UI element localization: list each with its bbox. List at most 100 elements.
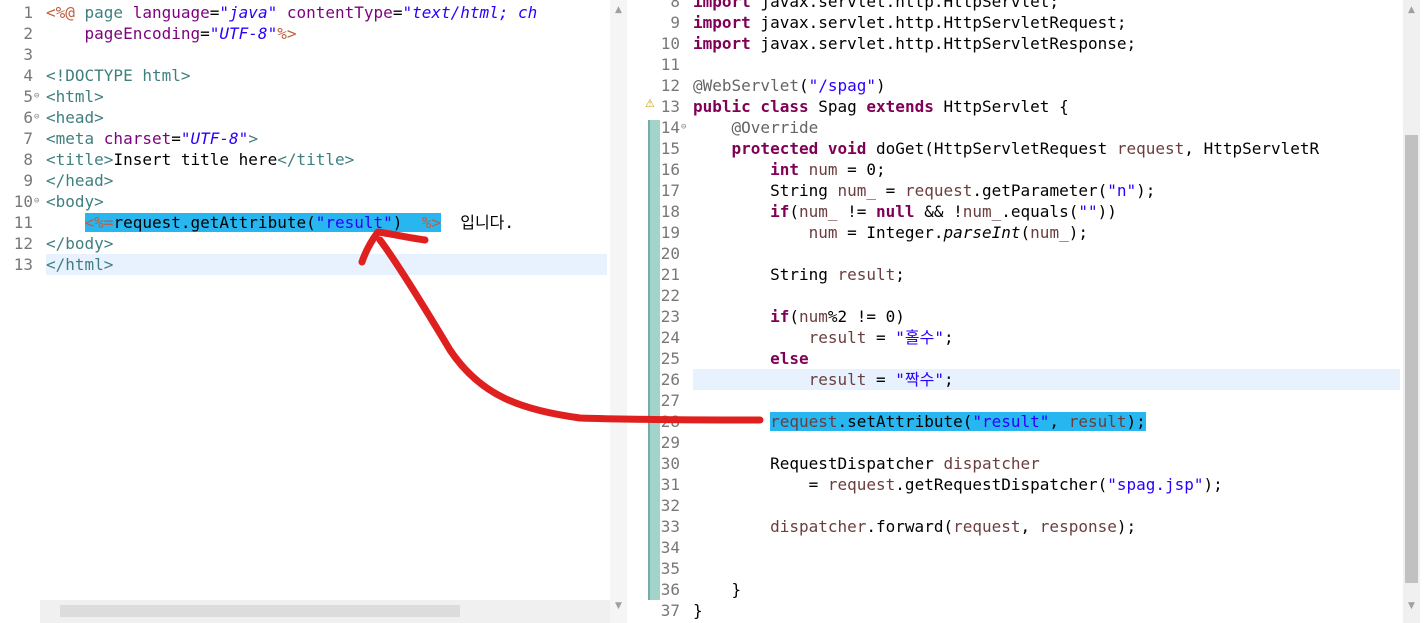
code-text[interactable]: dispatcher.forward(request, response); — [693, 516, 1136, 537]
line-number: 23 — [660, 307, 680, 326]
code-text[interactable]: request.setAttribute("result", result); — [693, 411, 1146, 432]
code-line[interactable]: 33 dispatcher.forward(request, response)… — [640, 516, 1425, 537]
scroll-down-arrow-icon[interactable]: ▼ — [1403, 598, 1420, 615]
code-text[interactable]: else — [693, 348, 809, 369]
code-line[interactable]: 29 — [640, 432, 1425, 453]
code-line[interactable]: 10 ⊖ <body> — [0, 191, 627, 212]
code-line[interactable]: 5 ⊖ <html> — [0, 86, 627, 107]
fold-collapse-icon[interactable]: ⊖ — [34, 191, 39, 212]
scroll-up-arrow-icon[interactable]: ▲ — [610, 2, 627, 19]
code-line[interactable]: 28 request.setAttribute("result", result… — [640, 411, 1425, 432]
code-text[interactable]: RequestDispatcher dispatcher — [693, 453, 1040, 474]
code-text[interactable]: </html> — [46, 254, 113, 275]
code-text[interactable]: if(num%2 != 0) — [693, 306, 905, 327]
code-text[interactable]: import javax.servlet.http.HttpServlet; — [693, 0, 1059, 12]
fold-collapse-icon[interactable]: ⊖ — [34, 107, 39, 128]
code-text[interactable]: <meta charset="UTF-8"> — [46, 128, 258, 149]
code-text[interactable]: String result; — [693, 264, 905, 285]
code-line[interactable]: 9 import javax.servlet.http.HttpServletRe… — [640, 12, 1425, 33]
code-line[interactable]: 22 — [640, 285, 1425, 306]
code-text[interactable]: num = Integer.parseInt(num_); — [693, 222, 1088, 243]
code-line[interactable]: 14 ⊖ @Override — [640, 117, 1425, 138]
jsp-vertical-scrollbar[interactable]: ▲ ▼ — [610, 0, 627, 623]
code-line[interactable]: 12 </body> — [0, 233, 627, 254]
code-text[interactable]: result = "짝수"; — [693, 369, 954, 390]
warning-lightbulb-icon[interactable]: ⚠ — [645, 97, 659, 111]
code-line[interactable]: 27 — [640, 390, 1425, 411]
code-line[interactable]: 30 RequestDispatcher dispatcher — [640, 453, 1425, 474]
code-text[interactable]: @Override — [693, 117, 819, 138]
code-line[interactable]: 9 </head> — [0, 170, 627, 191]
code-line[interactable]: 17 String num_ = request.getParameter("n… — [640, 180, 1425, 201]
code-line[interactable]: 12 @WebServlet("/spag") — [640, 75, 1425, 96]
fold-collapse-icon[interactable]: ⊖ — [681, 117, 686, 138]
code-line[interactable]: 4 <!DOCTYPE html> — [0, 65, 627, 86]
code-line[interactable]: 19 num = Integer.parseInt(num_); — [640, 222, 1425, 243]
code-line[interactable]: 23 if(num%2 != 0) — [640, 306, 1425, 327]
code-line[interactable]: 11 <%=request.getAttribute("result") %> … — [0, 212, 627, 233]
code-line[interactable]: 15 protected void doGet(HttpServletReque… — [640, 138, 1425, 159]
code-token: .forward( — [866, 517, 954, 536]
code-text[interactable]: if(num_ != null && !num_.equals("")) — [693, 201, 1117, 222]
code-line[interactable]: 36 } — [640, 579, 1425, 600]
code-text[interactable]: <title>Insert title here</title> — [46, 149, 354, 170]
code-text[interactable]: } — [693, 600, 703, 621]
code-text[interactable]: <html> — [46, 86, 104, 107]
code-line[interactable]: 21 String result; — [640, 264, 1425, 285]
code-text[interactable]: import javax.servlet.http.HttpServletReq… — [693, 12, 1126, 33]
line-number: 9 — [670, 13, 680, 32]
code-token: "홀수" — [895, 328, 945, 347]
code-line[interactable]: 16 int num = 0; — [640, 159, 1425, 180]
code-line[interactable]: 26 result = "짝수"; — [640, 369, 1425, 390]
code-line[interactable]: 8 <title>Insert title here</title> — [0, 149, 627, 170]
code-line[interactable]: 37} — [640, 600, 1425, 621]
code-text[interactable]: } — [693, 579, 742, 600]
code-text[interactable]: <body> — [46, 191, 104, 212]
code-text[interactable]: <!DOCTYPE html> — [46, 65, 191, 86]
code-line[interactable]: 18 if(num_ != null && !num_.equals("")) — [640, 201, 1425, 222]
code-line[interactable]: 7 <meta charset="UTF-8"> — [0, 128, 627, 149]
code-line[interactable]: 34 — [640, 537, 1425, 558]
code-text[interactable]: String num_ = request.getParameter("n"); — [693, 180, 1155, 201]
code-text[interactable]: </head> — [46, 170, 113, 191]
code-text[interactable]: public class Spag extends HttpServlet { — [693, 96, 1069, 117]
code-line[interactable]: 25 else — [640, 348, 1425, 369]
code-line[interactable]: 11 — [640, 54, 1425, 75]
code-text[interactable]: </body> — [46, 233, 113, 254]
code-line[interactable]: 10 import javax.servlet.http.HttpServletR… — [640, 33, 1425, 54]
scroll-down-arrow-icon[interactable]: ▼ — [610, 598, 627, 615]
code-line[interactable]: 1 <%@ page language="java" contentType="t… — [0, 2, 627, 23]
code-text[interactable]: int num = 0; — [693, 159, 886, 180]
scroll-thumb[interactable] — [1405, 135, 1418, 583]
java-editor-pane[interactable]: 8 import javax.servlet.http.HttpServlet; 9… — [640, 0, 1425, 623]
code-text[interactable]: <head> — [46, 107, 104, 128]
code-text[interactable]: <%@ page language="java" contentType="te… — [46, 2, 537, 23]
code-line[interactable]: 2 pageEncoding="UTF-8"%> — [0, 23, 627, 44]
code-line[interactable]: 13 </html> — [0, 254, 627, 275]
code-text[interactable]: result = "홀수"; — [693, 327, 954, 348]
code-line[interactable]: 3 — [0, 44, 627, 65]
code-text[interactable]: <%=request.getAttribute("result") %> 입니다… — [46, 212, 514, 233]
code-line[interactable]: 6 ⊖ <head> — [0, 107, 627, 128]
code-text[interactable]: pageEncoding="UTF-8"%> — [46, 23, 297, 44]
line-number: 8 — [670, 0, 680, 11]
code-line[interactable]: 8 import javax.servlet.http.HttpServlet; — [640, 0, 1425, 12]
code-text[interactable]: protected void doGet(HttpServletRequest … — [693, 138, 1320, 159]
code-line[interactable]: 32 — [640, 495, 1425, 516]
scroll-thumb[interactable] — [60, 605, 460, 617]
java-vertical-scrollbar[interactable]: ▲ ▼ — [1403, 0, 1420, 623]
code-text[interactable]: = request.getRequestDispatcher("spag.jsp… — [693, 474, 1223, 495]
code-text[interactable]: @WebServlet("/spag") — [693, 75, 886, 96]
jsp-horizontal-scrollbar[interactable] — [40, 600, 610, 623]
code-line[interactable]: 20 — [640, 243, 1425, 264]
code-line[interactable]: 31 = request.getRequestDispatcher("spag.… — [640, 474, 1425, 495]
fold-collapse-icon[interactable]: ⊖ — [34, 86, 39, 107]
code-line[interactable]: 24 result = "홀수"; — [640, 327, 1425, 348]
code-line[interactable]: 35 — [640, 558, 1425, 579]
code-text[interactable]: import javax.servlet.http.HttpServletRes… — [693, 33, 1136, 54]
code-line[interactable]: 13 public class Spag extends HttpServlet … — [640, 96, 1425, 117]
jsp-editor-pane[interactable]: 1 <%@ page language="java" contentType="t… — [0, 0, 627, 623]
scroll-up-arrow-icon[interactable]: ▲ — [1403, 2, 1420, 19]
